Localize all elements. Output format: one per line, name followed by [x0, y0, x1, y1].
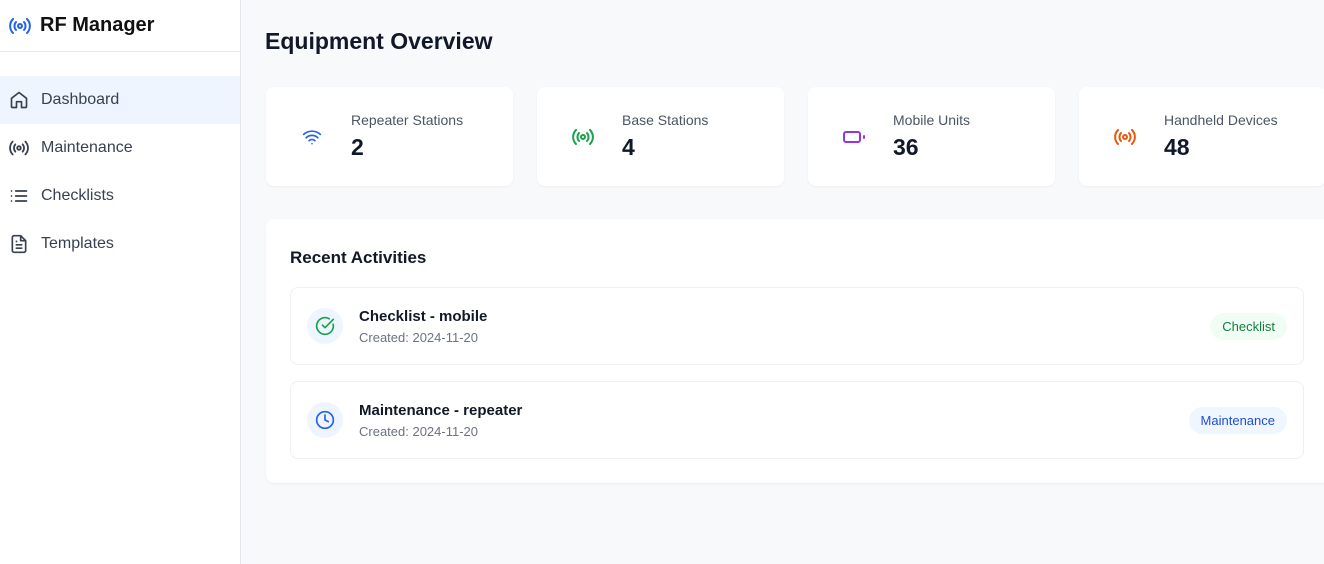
radio-icon: [572, 128, 594, 145]
stat-card-base: Base Stations 4: [537, 87, 784, 186]
sidebar-item-checklists[interactable]: Checklists: [0, 172, 240, 220]
sidebar-item-label: Dashboard: [41, 91, 120, 108]
stat-card-handheld: Handheld Devices 48: [1079, 87, 1324, 186]
stat-value: 4: [622, 134, 635, 160]
stat-label: Repeater Stations: [351, 112, 464, 128]
sidebar-item-maintenance[interactable]: Maintenance: [0, 124, 240, 172]
sidebar-item-label: Maintenance: [41, 139, 133, 156]
home-icon: [10, 91, 28, 109]
radio-icon: [9, 140, 29, 156]
activity-item[interactable]: Checklist - mobile Created: 2024-11-20 Ch…: [290, 287, 1304, 365]
stat-card-mobile: Mobile Units 36: [808, 87, 1055, 186]
section-title: Recent Activities: [290, 248, 427, 267]
brand: RF Manager: [0, 0, 240, 52]
activity-date: Created: 2024-11-20: [359, 423, 479, 439]
stat-label: Handheld Devices: [1164, 112, 1278, 128]
list-icon: [10, 190, 28, 202]
stat-label: Mobile Units: [893, 112, 971, 128]
sidebar-item-templates[interactable]: Templates: [0, 220, 240, 268]
wifi-icon: [302, 129, 322, 144]
stat-value: 2: [351, 134, 364, 160]
stat-label: Base Stations: [622, 112, 709, 128]
activity-title: Checklist - mobile: [359, 307, 488, 325]
stat-value: 36: [893, 134, 919, 160]
sidebar-item-label: Templates: [41, 235, 114, 252]
recent-activities-panel: Recent Activities Checklist - mobile Crea…: [266, 219, 1324, 483]
activity-title: Maintenance - repeater: [359, 401, 523, 419]
stat-value: 48: [1164, 134, 1190, 160]
stat-card-repeater: Repeater Stations 2: [266, 87, 513, 186]
sidebar-item-label: Checklists: [41, 187, 114, 204]
radio-icon: [1114, 128, 1136, 145]
activity-item[interactable]: Maintenance - repeater Created: 2024-11-2…: [290, 381, 1304, 459]
page-title: Equipment Overview: [265, 28, 493, 54]
status-badge: Checklist: [1210, 312, 1287, 340]
status-badge: Maintenance: [1188, 406, 1287, 434]
sidebar: RF Manager Dashboard Maintenance Checkli…: [0, 0, 241, 564]
battery-icon: [843, 130, 865, 143]
sidebar-item-dashboard[interactable]: Dashboard: [0, 76, 240, 124]
clock-icon: [315, 410, 335, 430]
file-text-icon: [11, 234, 27, 254]
radio-icon: [9, 17, 31, 34]
app-title: RF Manager: [40, 14, 155, 36]
check-circle-icon: [315, 316, 335, 336]
activity-date: Created: 2024-11-20: [359, 329, 479, 345]
main-content: Equipment Overview Repeater Stations 2 Ba…: [241, 0, 1324, 564]
